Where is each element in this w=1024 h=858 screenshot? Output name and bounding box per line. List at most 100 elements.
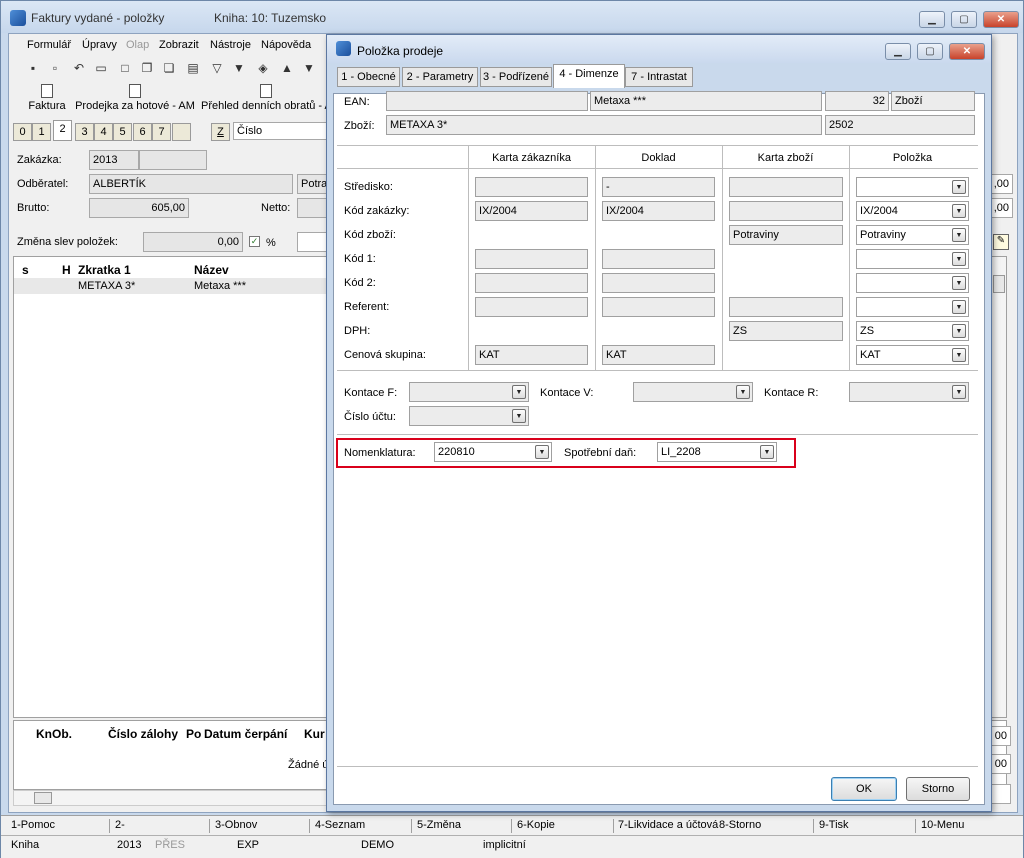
save-icon[interactable]: ▪ bbox=[25, 60, 41, 76]
dialog-maximize-icon[interactable]: ▢ bbox=[917, 43, 943, 60]
menu-zobrazit[interactable]: Zobrazit bbox=[159, 39, 199, 51]
new-document-icon[interactable]: □ bbox=[117, 60, 133, 76]
tab-obecne[interactable]: 1 - Obecné bbox=[337, 67, 400, 87]
tab-1[interactable]: 1 bbox=[32, 123, 51, 141]
faktura-button[interactable]: Faktura bbox=[27, 84, 67, 112]
menu-formular[interactable]: Formulář bbox=[27, 39, 71, 51]
h-scroll-thumb[interactable] bbox=[34, 792, 52, 804]
tab-parametry[interactable]: 2 - Parametry bbox=[402, 67, 478, 87]
stack-icon[interactable]: ◈ bbox=[255, 60, 271, 76]
dialog-close-icon[interactable]: ✕ bbox=[949, 43, 985, 60]
kontace-r-select[interactable]: ▼ bbox=[849, 382, 969, 402]
fkey-6[interactable]: 6-Kopie bbox=[517, 819, 555, 831]
netto-field[interactable] bbox=[297, 198, 329, 218]
sort-z-button[interactable]: Z bbox=[211, 123, 230, 141]
fkey-9[interactable]: 9-Tisk bbox=[819, 819, 849, 831]
extra-button[interactable] bbox=[297, 232, 329, 252]
chevron-down-icon[interactable]: ▼ bbox=[952, 204, 966, 218]
open-folder-icon[interactable]: ▭ bbox=[93, 60, 109, 76]
filter-list-icon[interactable]: ▼ bbox=[231, 60, 247, 76]
chevron-down-icon[interactable]: ▼ bbox=[952, 276, 966, 290]
copy-icon[interactable]: ❐ bbox=[139, 60, 155, 76]
tab-2[interactable]: 2 bbox=[53, 120, 72, 141]
ean-name-field[interactable]: Metaxa *** bbox=[590, 91, 822, 111]
tab-intrastat[interactable]: 7 - Intrastat bbox=[625, 67, 693, 87]
fkey-1[interactable]: 1-Pomoc bbox=[11, 819, 55, 831]
dialog-minimize-icon[interactable]: ▁ bbox=[885, 43, 911, 60]
prehled-button[interactable]: Přehled denních obratů - A bbox=[201, 84, 331, 112]
paste-icon[interactable]: ❏ bbox=[161, 60, 177, 76]
chevron-down-icon[interactable]: ▼ bbox=[952, 228, 966, 242]
chevron-down-icon[interactable]: ▼ bbox=[952, 180, 966, 194]
ok-button[interactable]: OK bbox=[831, 777, 897, 801]
grid-scrollbar[interactable] bbox=[990, 257, 1006, 717]
tab-dimenze[interactable]: 4 - Dimenze bbox=[553, 64, 625, 88]
fkey-7[interactable]: 7-Likvidace a účtová bbox=[618, 819, 718, 831]
tab-7[interactable]: 7 bbox=[152, 123, 171, 141]
tab-podrizene[interactable]: 3 - Podřízené bbox=[480, 67, 552, 87]
ean-qty-field[interactable]: 32 bbox=[825, 91, 889, 111]
horizontal-scrollbar[interactable] bbox=[13, 790, 333, 806]
sort-field[interactable]: Číslo bbox=[233, 122, 333, 140]
menu-napoveda[interactable]: Nápověda bbox=[261, 39, 311, 51]
polozka-kod-zbozi-select[interactable]: Potraviny ▼ bbox=[856, 225, 969, 245]
fkey-2[interactable]: 2- bbox=[115, 819, 125, 831]
polozka-cenova-skupina-select[interactable]: KAT ▼ bbox=[856, 345, 969, 365]
zakazka-field[interactable]: 2013 bbox=[89, 150, 139, 170]
odberatel-field[interactable]: ALBERTÍK bbox=[89, 174, 293, 194]
odberatel-extra-field[interactable]: Potra bbox=[297, 174, 329, 194]
ean-field[interactable] bbox=[386, 91, 588, 111]
chevron-down-icon[interactable]: ▼ bbox=[512, 409, 526, 423]
tab-0[interactable]: 0 bbox=[13, 123, 32, 141]
kontace-v-select[interactable]: ▼ bbox=[633, 382, 753, 402]
fkey-8[interactable]: 8-Storno bbox=[719, 819, 761, 831]
scroll-thumb[interactable] bbox=[993, 275, 1005, 293]
karta-kod-2 bbox=[475, 273, 588, 293]
zbozi-code-field[interactable]: 2502 bbox=[825, 115, 975, 135]
polozka-kod-2-select[interactable]: ▼ bbox=[856, 273, 969, 293]
zmena-slev-field[interactable]: 0,00 bbox=[143, 232, 243, 252]
tab-9[interactable] bbox=[172, 123, 191, 141]
polozka-dph-select[interactable]: ZS ▼ bbox=[856, 321, 969, 341]
chevron-down-icon[interactable]: ▼ bbox=[952, 324, 966, 338]
arrow-down-icon[interactable]: ▼ bbox=[301, 60, 317, 76]
fkey-3[interactable]: 3-Obnov bbox=[215, 819, 257, 831]
cislo-uctu-select[interactable]: ▼ bbox=[409, 406, 529, 426]
chevron-down-icon[interactable]: ▼ bbox=[952, 348, 966, 362]
polozka-stredisko-select[interactable]: ▼ bbox=[856, 177, 969, 197]
arrow-up-icon[interactable]: ▲ bbox=[279, 60, 295, 76]
undo-icon[interactable]: ↶ bbox=[71, 60, 87, 76]
fkey-10[interactable]: 10-Menu bbox=[921, 819, 964, 831]
fkey-4[interactable]: 4-Seznam bbox=[315, 819, 365, 831]
fkey-5[interactable]: 5-Změna bbox=[417, 819, 461, 831]
chevron-down-icon[interactable]: ▼ bbox=[512, 385, 526, 399]
zakazka-extra-field[interactable] bbox=[139, 150, 207, 170]
menu-upravy[interactable]: Úpravy bbox=[82, 39, 117, 51]
tab-5[interactable]: 5 bbox=[113, 123, 132, 141]
tab-4[interactable]: 4 bbox=[94, 123, 113, 141]
percent-checkbox[interactable]: ✓ bbox=[249, 236, 260, 247]
prodejka-button[interactable]: Prodejka za hotové - AM bbox=[73, 84, 197, 112]
chevron-down-icon[interactable]: ▼ bbox=[952, 385, 966, 399]
polozka-referent-select[interactable]: ▼ bbox=[856, 297, 969, 317]
tab-3[interactable]: 3 bbox=[75, 123, 94, 141]
zbozi-field[interactable]: METAXA 3* bbox=[386, 115, 822, 135]
kontace-f-select[interactable]: ▼ bbox=[409, 382, 529, 402]
menu-nastroje[interactable]: Nástroje bbox=[210, 39, 251, 51]
tab-6[interactable]: 6 bbox=[133, 123, 152, 141]
edit-icon[interactable]: ✎ bbox=[993, 234, 1009, 250]
chevron-down-icon[interactable]: ▼ bbox=[736, 385, 750, 399]
storno-button[interactable]: Storno bbox=[906, 777, 970, 801]
polozka-kod-1-select[interactable]: ▼ bbox=[856, 249, 969, 269]
book-icon[interactable]: ▤ bbox=[185, 60, 201, 76]
brutto-field[interactable]: 605,00 bbox=[89, 198, 189, 218]
save-all-icon[interactable]: ▫ bbox=[47, 60, 63, 76]
chevron-down-icon[interactable]: ▼ bbox=[952, 300, 966, 314]
close-icon[interactable]: ✕ bbox=[983, 11, 1019, 28]
minimize-icon[interactable]: ▁ bbox=[919, 11, 945, 28]
maximize-icon[interactable]: ▢ bbox=[951, 11, 977, 28]
polozka-kod-zakazky-select[interactable]: IX/2004 ▼ bbox=[856, 201, 969, 221]
filter-icon[interactable]: ▽ bbox=[209, 60, 225, 76]
chevron-down-icon[interactable]: ▼ bbox=[952, 252, 966, 266]
ean-type-field[interactable]: Zboží bbox=[891, 91, 975, 111]
